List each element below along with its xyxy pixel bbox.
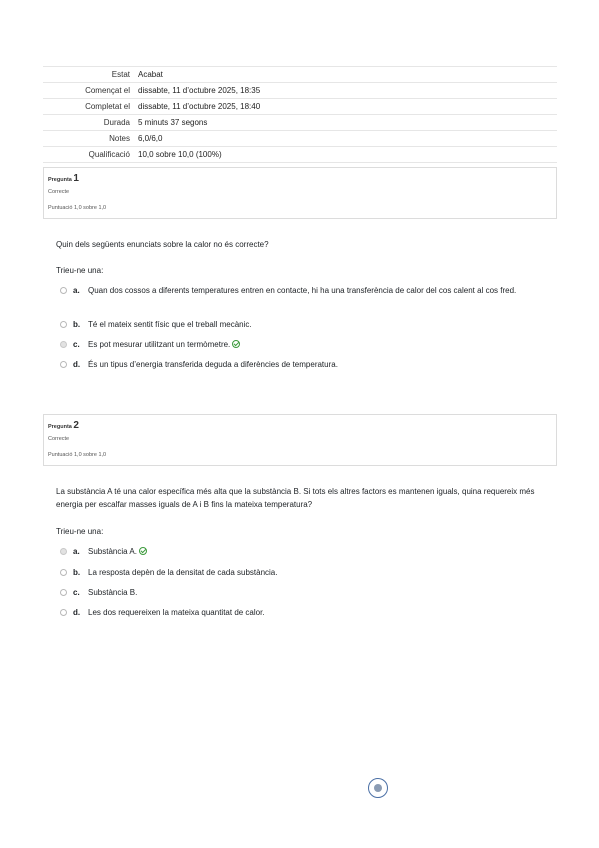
- question-grade: Puntuació 1,0 sobre 1,0: [48, 205, 107, 211]
- answer-prompt: Trieu-ne una:: [56, 266, 104, 275]
- answer-option[interactable]: a. Quan dos cossos a diferents temperatu…: [60, 285, 550, 309]
- summary-label: Qualificació: [43, 146, 138, 163]
- answer-option[interactable]: c. Substància B.: [60, 587, 550, 599]
- answer-option[interactable]: a. Substància A.: [60, 546, 550, 558]
- correct-check-icon: [232, 339, 241, 348]
- summary-value: 10,0 sobre 10,0 (100%): [138, 146, 557, 163]
- answer-letter: c.: [73, 340, 80, 349]
- question-label: Pregunta: [48, 177, 72, 183]
- navigation-dot-icon: [374, 784, 382, 792]
- summary-label: Estat: [43, 66, 138, 83]
- answer-text-wrapper: Substància A.: [88, 546, 548, 557]
- answer-text: Les dos requereixen la mateixa quantitat…: [88, 608, 265, 617]
- answer-letter: b.: [73, 320, 81, 329]
- summary-label: Durada: [43, 114, 138, 131]
- summary-value: dissabte, 11 d’octubre 2025, 18:35: [138, 82, 557, 99]
- answer-letter: d.: [73, 608, 81, 617]
- summary-row-duration: Durada 5 minuts 37 segons: [43, 114, 557, 131]
- answer-letter: a.: [73, 547, 80, 556]
- radio-button[interactable]: [60, 361, 67, 368]
- attempt-summary-table: Estat Acabat Començat el dissabte, 11 d’…: [43, 66, 557, 163]
- answer-letter: a.: [73, 286, 80, 295]
- answer-text-wrapper: Es pot mesurar utilitzant un termòmetre.: [88, 339, 548, 350]
- summary-row-marks: Notes 6,0/6,0: [43, 130, 557, 147]
- question-state: Correcte: [48, 436, 70, 442]
- answer-text: Quan dos cossos a diferents temperatures…: [88, 286, 517, 295]
- radio-button[interactable]: [60, 589, 67, 596]
- answer-text: La resposta depèn de la densitat de cada…: [88, 568, 278, 577]
- question-number: Pregunta 2: [48, 420, 79, 431]
- question-label: Pregunta: [48, 424, 72, 430]
- answer-letter: b.: [73, 568, 81, 577]
- answer-option[interactable]: d. Les dos requereixen la mateixa quanti…: [60, 607, 550, 619]
- answer-letter: c.: [73, 588, 80, 597]
- correct-check-icon: [138, 546, 147, 555]
- radio-button-selected[interactable]: [60, 341, 67, 348]
- answer-text: Té el mateix sentit físic que el treball…: [88, 320, 252, 329]
- answer-option[interactable]: b. Té el mateix sentit físic que el treb…: [60, 319, 550, 331]
- answer-option[interactable]: d. És un tipus d’energia transferida deg…: [60, 359, 550, 371]
- summary-value: Acabat: [138, 66, 557, 83]
- radio-button[interactable]: [60, 569, 67, 576]
- question-text: Quin dels següents enunciats sobre la ca…: [56, 240, 269, 249]
- radio-button-selected[interactable]: [60, 548, 67, 555]
- question-state: Correcte: [48, 189, 70, 195]
- answer-option[interactable]: b. La resposta depèn de la densitat de c…: [60, 567, 550, 579]
- question-number-value: 1: [73, 173, 79, 184]
- question-info-box: Pregunta 1 Correcte Puntuació 1,0 sobre …: [43, 167, 557, 219]
- summary-row-state: Estat Acabat: [43, 66, 557, 83]
- radio-button[interactable]: [60, 287, 67, 294]
- radio-button[interactable]: [60, 609, 67, 616]
- answer-text: És un tipus d’energia transferida deguda…: [88, 360, 338, 369]
- summary-value: 5 minuts 37 segons: [138, 114, 557, 131]
- summary-value: dissabte, 11 d’octubre 2025, 18:40: [138, 98, 557, 115]
- answer-option[interactable]: c. Es pot mesurar utilitzant un termòmet…: [60, 339, 550, 351]
- question-number-value: 2: [73, 420, 79, 431]
- answer-text: Substància B.: [88, 588, 138, 597]
- question-number: Pregunta 1: [48, 173, 79, 184]
- answer-letter: d.: [73, 360, 81, 369]
- summary-row-completed: Completat el dissabte, 11 d’octubre 2025…: [43, 98, 557, 115]
- summary-value: 6,0/6,0: [138, 130, 557, 147]
- answer-prompt: Trieu-ne una:: [56, 527, 104, 536]
- summary-label: Notes: [43, 130, 138, 147]
- answer-text: Es pot mesurar utilitzant un termòmetre.: [88, 340, 231, 349]
- summary-row-grade: Qualificació 10,0 sobre 10,0 (100%): [43, 146, 557, 163]
- radio-button[interactable]: [60, 321, 67, 328]
- summary-label: Completat el: [43, 98, 138, 115]
- question-grade: Puntuació 1,0 sobre 1,0: [48, 452, 107, 458]
- summary-label: Començat el: [43, 82, 138, 99]
- question-info-box: Pregunta 2 Correcte Puntuació 1,0 sobre …: [43, 414, 557, 466]
- quiz-navigation-button[interactable]: [368, 778, 388, 798]
- question-text: La substància A té una calor específica …: [56, 487, 535, 509]
- answer-text: Substància A.: [88, 547, 137, 556]
- summary-row-started: Començat el dissabte, 11 d’octubre 2025,…: [43, 82, 557, 99]
